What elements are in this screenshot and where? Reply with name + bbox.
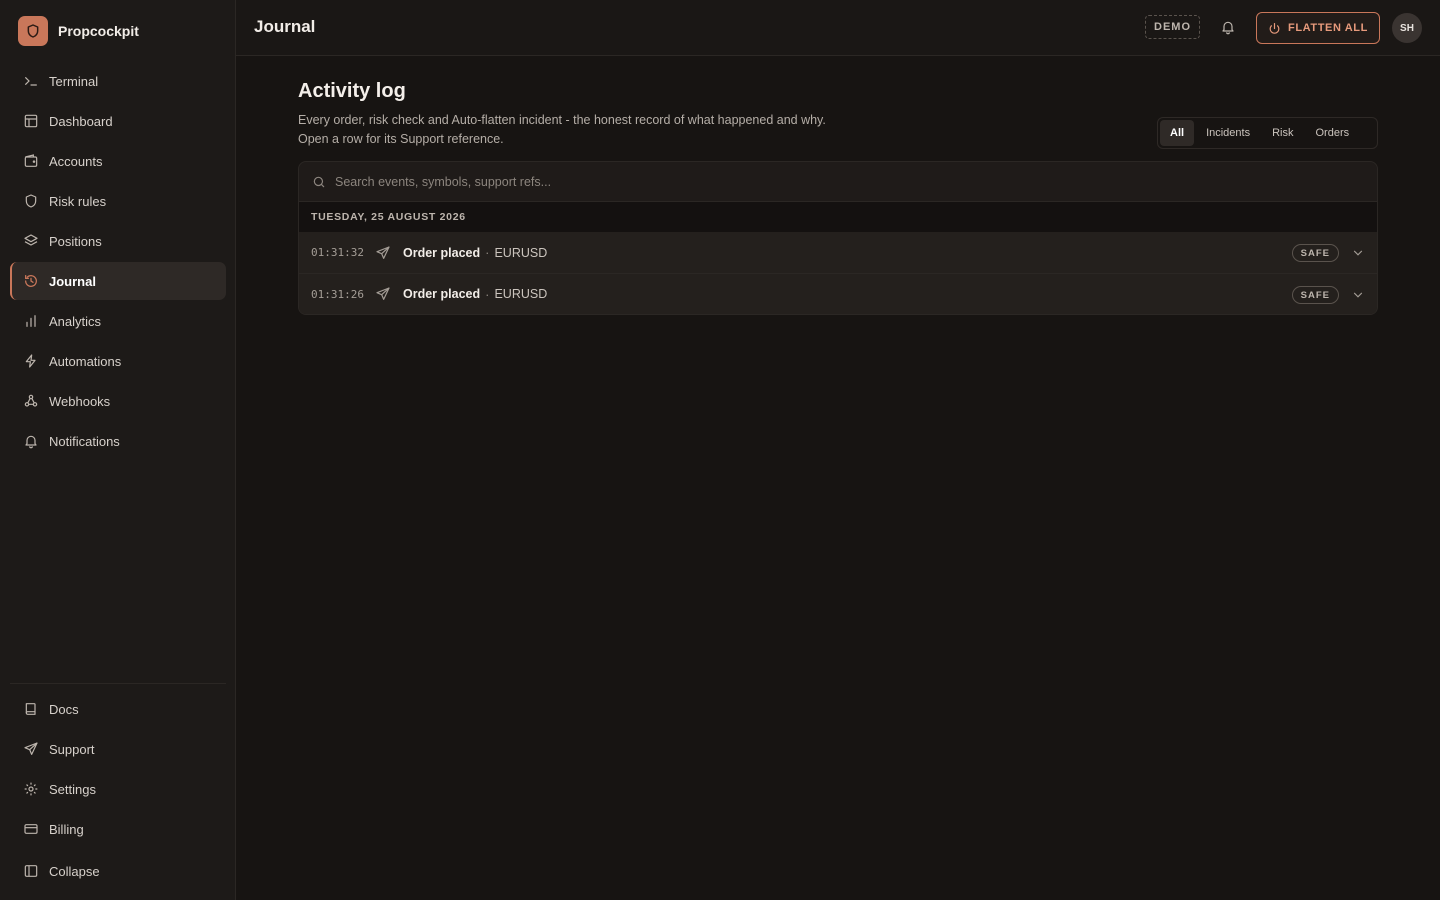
sidebar-item-notifications[interactable]: Notifications — [10, 422, 226, 460]
sidebar-item-accounts[interactable]: Accounts — [10, 142, 226, 180]
filter-tab-risk[interactable]: Risk — [1262, 120, 1303, 146]
sidebar-item-docs[interactable]: Docs — [10, 690, 226, 728]
brand-name: Propcockpit — [58, 23, 139, 39]
gear-icon — [24, 782, 38, 796]
sidebar-item-automations[interactable]: Automations — [10, 342, 226, 380]
send-icon — [24, 742, 38, 755]
sidebar-item-label: Notifications — [49, 433, 120, 449]
filter-tab-orders[interactable]: Orders — [1305, 120, 1359, 146]
status-badge: SAFE — [1291, 244, 1339, 262]
sidebar-item-label: Journal — [49, 273, 96, 289]
log-event: Order placed — [403, 287, 481, 301]
topbar: Journal DEMO FLATTEN ALL SH — [236, 0, 1440, 56]
shield-logo-icon — [18, 16, 48, 46]
log-symbol: EURUSD — [494, 245, 548, 260]
log-time: 01:31:32 — [311, 246, 364, 259]
activity-log-card: TUESDAY, 25 AUGUST 2026 01:31:32 Order p… — [298, 161, 1378, 315]
sidebar-collapse-button[interactable]: Collapse — [10, 852, 226, 890]
book-icon — [25, 703, 36, 715]
sidebar-item-label: Terminal — [49, 73, 99, 89]
lightning-icon — [25, 354, 36, 368]
avatar[interactable]: SH — [1392, 13, 1422, 43]
log-separator: · — [485, 286, 490, 302]
brand[interactable]: Propcockpit — [18, 16, 139, 46]
sidebar-item-label: Risk rules — [49, 193, 107, 209]
shield-icon — [25, 194, 37, 208]
send-icon — [376, 287, 390, 300]
sidebar-item-billing[interactable]: Billing — [10, 810, 226, 848]
sidebar-item-dashboard[interactable]: Dashboard — [10, 102, 226, 140]
demo-badge: DEMO — [1145, 15, 1200, 39]
sidebar-item-positions[interactable]: Positions — [10, 222, 226, 260]
bar-chart-icon — [26, 315, 36, 327]
log-separator: · — [485, 245, 490, 260]
sidebar-item-label: Dashboard — [49, 113, 113, 129]
log-row[interactable]: 01:31:26 Order placed · EURUSD SAFE — [299, 273, 1377, 314]
sidebar-item-label: Settings — [49, 781, 96, 797]
notifications-button[interactable] — [1218, 17, 1238, 37]
sidebar-item-label: Billing — [49, 821, 84, 837]
section-heading: Activity log — [298, 80, 406, 102]
log-event: Order placed — [403, 245, 481, 260]
power-icon — [1269, 22, 1280, 34]
log-symbol: EURUSD — [494, 287, 548, 301]
sidebar-nav: Terminal Dashboard Accounts Risk rules P… — [10, 62, 226, 462]
chevron-down-icon[interactable] — [1351, 288, 1365, 302]
sidebar-item-label: Support — [49, 741, 95, 757]
flatten-all-label: FLATTEN ALL — [1288, 22, 1368, 34]
credit-card-icon — [24, 824, 38, 834]
chevron-down-icon[interactable] — [1351, 246, 1365, 260]
sidebar-item-analytics[interactable]: Analytics — [10, 302, 226, 340]
date-group-header: TUESDAY, 25 AUGUST 2026 — [299, 202, 1377, 232]
terminal-icon — [25, 77, 37, 86]
sidebar-item-label: Positions — [49, 233, 102, 249]
log-time: 01:31:26 — [311, 287, 364, 301]
webhook-icon — [24, 394, 38, 407]
sidebar: Propcockpit Terminal Dashboard Accounts … — [0, 0, 236, 900]
sidebar-item-terminal[interactable]: Terminal — [10, 62, 226, 100]
bell-icon — [25, 435, 37, 449]
sidebar-item-label: Webhooks — [49, 393, 111, 409]
sidebar-toggle-icon — [24, 865, 38, 877]
send-icon — [376, 245, 390, 259]
history-icon — [25, 275, 37, 287]
sidebar-item-label: Automations — [49, 353, 122, 369]
status-badge: SAFE — [1291, 286, 1339, 304]
search-input[interactable] — [335, 174, 1235, 189]
sidebar-item-label: Analytics — [49, 313, 102, 329]
sidebar-divider — [10, 683, 226, 684]
sidebar-item-journal[interactable]: Journal — [10, 262, 226, 300]
wallet-icon — [24, 154, 38, 167]
filter-tabs: All Incidents Risk Orders — [1157, 117, 1378, 149]
log-row[interactable]: 01:31:32 Order placed · EURUSD SAFE — [299, 232, 1377, 273]
sidebar-item-risk-rules[interactable]: Risk rules — [10, 182, 226, 220]
layout-icon — [24, 114, 38, 128]
sidebar-item-webhooks[interactable]: Webhooks — [10, 382, 226, 420]
sidebar-item-label: Collapse — [49, 863, 100, 879]
section-description: Every order, risk check and Auto-flatten… — [298, 113, 826, 146]
sidebar-item-settings[interactable]: Settings — [10, 770, 226, 808]
sidebar-item-label: Accounts — [49, 153, 103, 169]
layers-icon — [24, 234, 38, 246]
filter-tab-incidents[interactable]: Incidents — [1196, 120, 1260, 146]
filter-tab-all[interactable]: All — [1160, 120, 1195, 146]
bell-icon — [1222, 21, 1234, 35]
sidebar-item-support[interactable]: Support — [10, 730, 226, 768]
sidebar-bottom-nav: Docs Support Settings Billing Collapse — [10, 690, 226, 892]
search-icon — [313, 176, 325, 187]
page-title: Journal — [254, 17, 316, 36]
sidebar-item-label: Docs — [49, 701, 79, 717]
flatten-all-button[interactable]: FLATTEN ALL — [1256, 12, 1380, 44]
search-bar — [299, 162, 1377, 202]
